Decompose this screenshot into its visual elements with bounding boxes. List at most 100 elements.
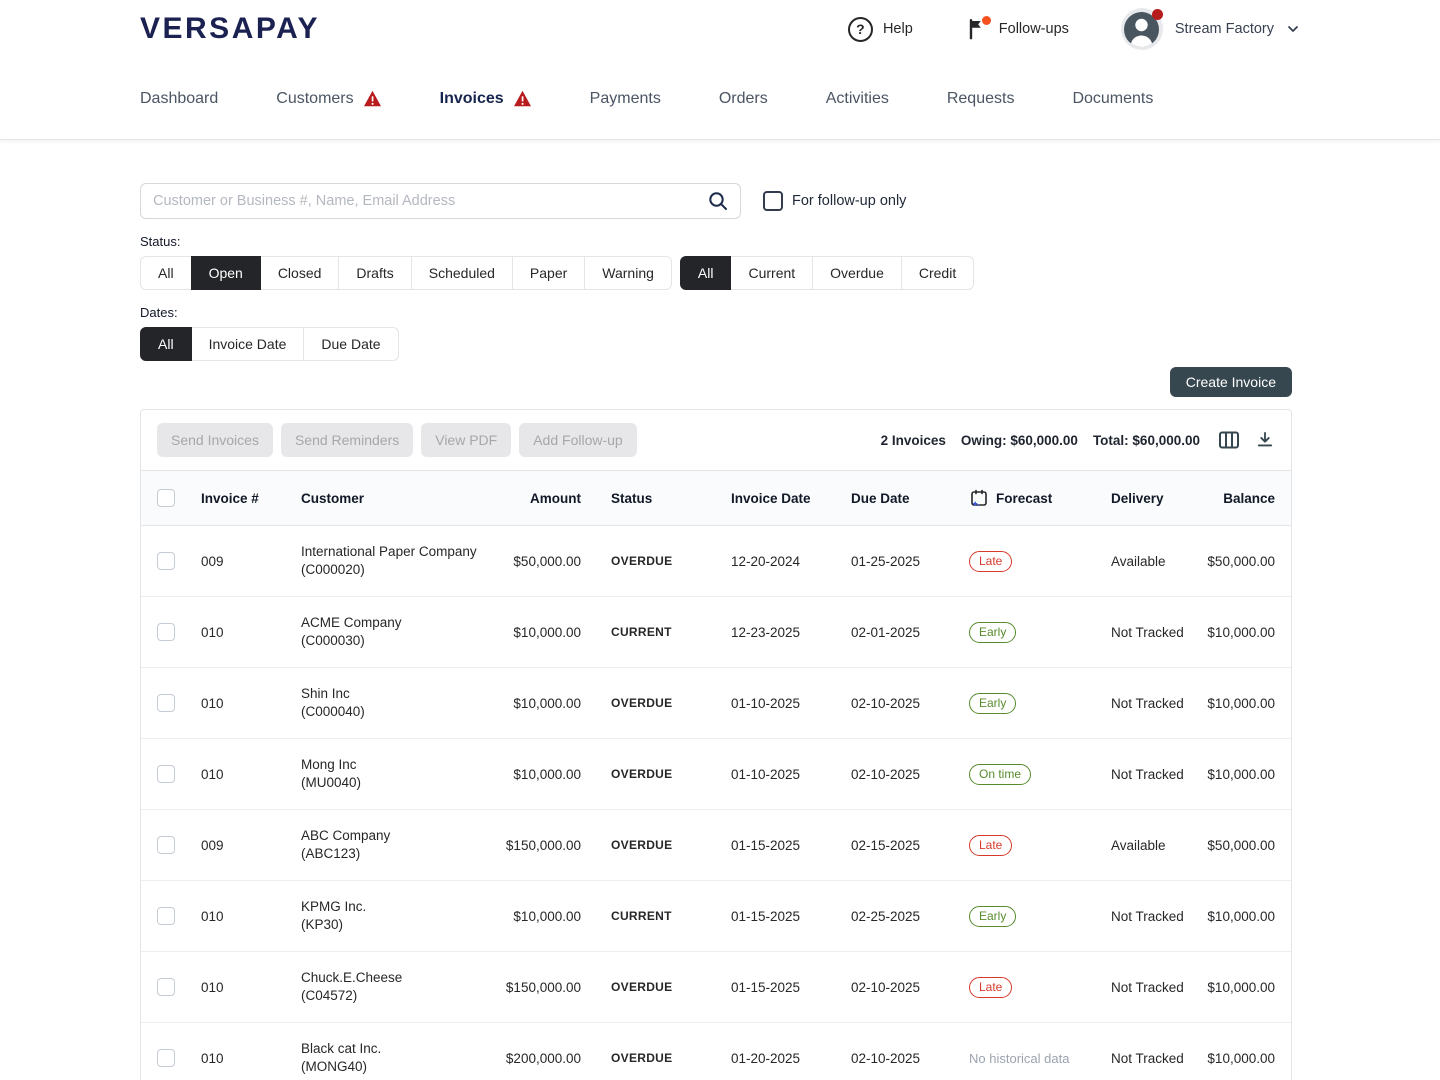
invoices-table-card: Send InvoicesSend RemindersView PDFAdd F… bbox=[140, 409, 1292, 1080]
row-checkbox[interactable] bbox=[157, 978, 175, 996]
search-input[interactable] bbox=[140, 183, 741, 219]
amount-cell: $10,000.00 bbox=[491, 696, 601, 711]
due-date-cell: 01-25-2025 bbox=[851, 554, 959, 569]
status-cell: OVERDUE bbox=[601, 554, 731, 568]
nav-item-invoices[interactable]: Invoices bbox=[440, 90, 532, 108]
versapay-logo[interactable]: VERSAPAY bbox=[140, 12, 320, 46]
col-amount: Amount bbox=[491, 491, 601, 506]
status-filter-all[interactable]: All bbox=[140, 256, 192, 290]
invoice-number-cell: 009 bbox=[201, 554, 301, 569]
nav-item-dashboard[interactable]: Dashboard bbox=[140, 90, 218, 108]
status-filter2-all[interactable]: All bbox=[680, 256, 732, 290]
row-checkbox[interactable] bbox=[157, 623, 175, 641]
forecast-badge: Early bbox=[969, 693, 1016, 714]
search-icon[interactable] bbox=[707, 190, 729, 212]
invoice-date-cell: 12-23-2025 bbox=[731, 625, 851, 640]
delivery-cell: Available bbox=[1091, 838, 1203, 853]
dates-filter-all[interactable]: All bbox=[140, 327, 192, 361]
forecast-badge: Early bbox=[969, 622, 1016, 643]
status-filter-closed[interactable]: Closed bbox=[260, 256, 340, 290]
forecast-cell: Early bbox=[959, 622, 1091, 643]
forecast-badge: Late bbox=[969, 835, 1012, 856]
warning-icon bbox=[513, 90, 532, 107]
row-checkbox[interactable] bbox=[157, 694, 175, 712]
followups-button[interactable]: Follow-ups bbox=[965, 17, 1069, 41]
status-filter-drafts[interactable]: Drafts bbox=[338, 256, 411, 290]
nav-item-activities[interactable]: Activities bbox=[826, 90, 889, 108]
select-all-checkbox[interactable] bbox=[157, 489, 175, 507]
invoice-date-cell: 01-15-2025 bbox=[731, 980, 851, 995]
table-row[interactable]: 010 KPMG Inc. (KP30) $10,000.00 CURRENT … bbox=[141, 881, 1291, 952]
status-filter-warning[interactable]: Warning bbox=[584, 256, 672, 290]
customer-cell: Shin Inc (C000040) bbox=[301, 685, 491, 721]
forecast-cell: Early bbox=[959, 906, 1091, 927]
table-row[interactable]: 010 ACME Company (C000030) $10,000.00 CU… bbox=[141, 597, 1291, 668]
status-filter-open[interactable]: Open bbox=[191, 256, 261, 290]
table-row[interactable]: 010 Mong Inc (MU0040) $10,000.00 OVERDUE… bbox=[141, 739, 1291, 810]
status-cell: OVERDUE bbox=[601, 1051, 731, 1065]
account-menu[interactable]: Stream Factory bbox=[1121, 8, 1300, 50]
row-checkbox[interactable] bbox=[157, 836, 175, 854]
row-checkbox[interactable] bbox=[157, 1049, 175, 1067]
nav-item-payments[interactable]: Payments bbox=[590, 90, 661, 108]
table-row[interactable]: 010 Chuck.E.Cheese (C04572) $150,000.00 … bbox=[141, 952, 1291, 1023]
delivery-cell: Not Tracked bbox=[1091, 625, 1203, 640]
row-checkbox[interactable] bbox=[157, 552, 175, 570]
send-invoices-button[interactable]: Send Invoices bbox=[157, 423, 273, 457]
amount-cell: $10,000.00 bbox=[491, 625, 601, 640]
status-filter2-credit[interactable]: Credit bbox=[901, 256, 974, 290]
create-invoice-button[interactable]: Create Invoice bbox=[1170, 367, 1292, 397]
forecast-badge: Early bbox=[969, 906, 1016, 927]
invoice-number-cell: 010 bbox=[201, 909, 301, 924]
delivery-cell: Not Tracked bbox=[1091, 1051, 1203, 1066]
amount-cell: $200,000.00 bbox=[491, 1051, 601, 1066]
forecast-cell: Late bbox=[959, 835, 1091, 856]
table-toolbar: Send InvoicesSend RemindersView PDFAdd F… bbox=[141, 410, 1291, 470]
row-checkbox[interactable] bbox=[157, 765, 175, 783]
nav-item-orders[interactable]: Orders bbox=[719, 90, 768, 108]
table-row[interactable]: 010 Shin Inc (C000040) $10,000.00 OVERDU… bbox=[141, 668, 1291, 739]
flag-icon bbox=[965, 17, 989, 41]
forecast-cell: Late bbox=[959, 977, 1091, 998]
followup-only-label: For follow-up only bbox=[792, 193, 906, 209]
dates-filter-invoice-date[interactable]: Invoice Date bbox=[191, 327, 305, 361]
status-filter-paper[interactable]: Paper bbox=[512, 256, 585, 290]
balance-cell: $10,000.00 bbox=[1203, 625, 1275, 640]
balance-cell: $50,000.00 bbox=[1203, 838, 1275, 853]
table-body: 009 International Paper Company (C000020… bbox=[141, 526, 1291, 1080]
forecast-calendar-icon bbox=[969, 488, 989, 508]
customer-cell: Mong Inc (MU0040) bbox=[301, 756, 491, 792]
amount-cell: $10,000.00 bbox=[491, 767, 601, 782]
followup-only-filter[interactable]: For follow-up only bbox=[763, 191, 906, 211]
nav-item-documents[interactable]: Documents bbox=[1072, 90, 1153, 108]
table-row[interactable]: 009 ABC Company (ABC123) $150,000.00 OVE… bbox=[141, 810, 1291, 881]
grand-total: Total: $60,000.00 bbox=[1093, 433, 1200, 448]
columns-icon[interactable] bbox=[1218, 430, 1240, 450]
status-filter2-current[interactable]: Current bbox=[730, 256, 813, 290]
owing-total: Owing: $60,000.00 bbox=[961, 433, 1078, 448]
status-filter2-overdue[interactable]: Overdue bbox=[812, 256, 902, 290]
followup-only-checkbox[interactable] bbox=[763, 191, 783, 211]
forecast-badge: On time bbox=[969, 764, 1031, 785]
balance-cell: $10,000.00 bbox=[1203, 980, 1275, 995]
delivery-cell: Not Tracked bbox=[1091, 909, 1203, 924]
invoice-number-cell: 009 bbox=[201, 838, 301, 853]
warning-icon bbox=[363, 90, 382, 107]
forecast-cell: Early bbox=[959, 693, 1091, 714]
download-icon[interactable] bbox=[1255, 430, 1275, 450]
nav-item-requests[interactable]: Requests bbox=[947, 90, 1015, 108]
send-reminders-button[interactable]: Send Reminders bbox=[281, 423, 413, 457]
add-follow-up-button[interactable]: Add Follow-up bbox=[519, 423, 637, 457]
invoice-date-cell: 01-15-2025 bbox=[731, 838, 851, 853]
table-row[interactable]: 010 Black cat Inc. (MONG40) $200,000.00 … bbox=[141, 1023, 1291, 1080]
table-row[interactable]: 009 International Paper Company (C000020… bbox=[141, 526, 1291, 597]
nav-item-customers[interactable]: Customers bbox=[276, 90, 381, 108]
dates-filter-due-date[interactable]: Due Date bbox=[303, 327, 398, 361]
invoice-date-cell: 01-10-2025 bbox=[731, 696, 851, 711]
view-pdf-button[interactable]: View PDF bbox=[421, 423, 511, 457]
status-filter-scheduled[interactable]: Scheduled bbox=[411, 256, 513, 290]
table-header-row: Invoice # Customer Amount Status Invoice… bbox=[141, 470, 1291, 526]
invoice-date-cell: 01-10-2025 bbox=[731, 767, 851, 782]
help-button[interactable]: ? Help bbox=[848, 17, 913, 42]
row-checkbox[interactable] bbox=[157, 907, 175, 925]
